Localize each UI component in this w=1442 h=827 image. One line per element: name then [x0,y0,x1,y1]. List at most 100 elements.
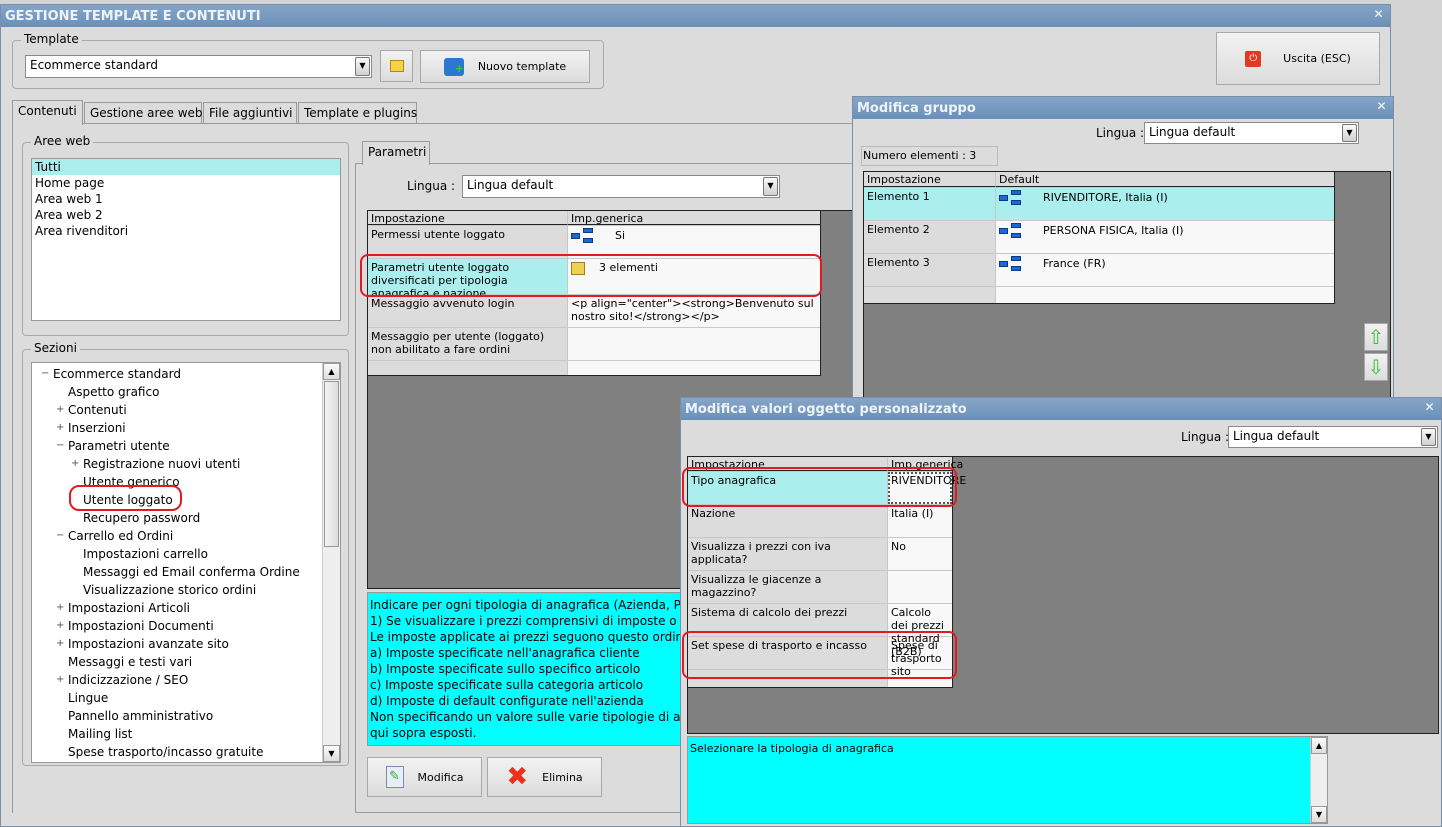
tree-item[interactable]: Registrazione nuovi utenti [80,455,240,473]
expand-icon[interactable]: + [53,635,64,653]
grid-header: Impostazione Imp.generica [368,211,820,226]
tree-icon [571,228,595,244]
setting-name: Messaggio per utente (loggato) non abili… [368,328,568,360]
scroll-down-icon[interactable]: ▼ [1311,806,1327,823]
setting-value[interactable]: PERSONA FISICA, Italia (I) [996,221,1334,253]
empty-cell [864,287,996,303]
lingua-select[interactable]: Lingua default ▼ [1144,122,1359,144]
move-up-button[interactable]: ⇧ [1364,323,1388,351]
setting-value[interactable]: No [888,538,952,570]
tree-item[interactable]: Messaggi e testi vari [65,653,192,671]
highlight-utente-loggato [69,485,182,511]
tree-item[interactable]: Contenuti [65,401,127,419]
tree-item[interactable]: Visualizzazione storico ordini [80,581,256,599]
tree-item[interactable]: Recupero password [80,509,200,527]
close-icon[interactable]: ✕ [1372,8,1385,21]
table-row[interactable]: Elemento 2 PERSONA FISICA, Italia (I) [864,221,1334,254]
setting-value[interactable] [888,571,952,603]
table-row[interactable]: Elemento 1 RIVENDITORE, Italia (I) [864,188,1334,221]
expand-icon[interactable]: + [53,599,64,617]
help-scrollbar[interactable]: ▲ ▼ [1310,737,1327,823]
table-row[interactable]: Messaggio per utente (loggato) non abili… [368,328,820,361]
setting-value[interactable]: France (FR) [996,254,1334,286]
tree-item[interactable]: Indicizzazione / SEO [65,671,188,689]
scroll-thumb[interactable] [324,381,339,547]
expand-icon[interactable]: + [53,419,64,437]
tab-template-plugins[interactable]: Template e plugins [298,102,417,124]
table-row[interactable]: Nazione Italia (I) [688,505,952,538]
template-select[interactable]: Ecommerce standard ▼ [25,55,372,78]
tree-icon [999,256,1023,272]
setting-value[interactable] [568,328,820,360]
scroll-up-icon[interactable]: ▲ [323,363,340,380]
collapse-icon[interactable]: − [38,365,49,383]
aree-web-list[interactable]: Tutti Home page Area web 1 Area web 2 Area r… [31,158,341,321]
list-item[interactable]: Tutti [32,159,340,175]
tree-item[interactable]: Impostazioni avanzate sito [65,635,229,653]
lingua-value: Lingua default [1233,429,1320,443]
scroll-up-icon[interactable]: ▲ [1311,737,1327,754]
tree-item[interactable]: Impostazioni carrello [80,545,208,563]
tree-item[interactable]: Lingue [65,689,108,707]
move-down-button[interactable]: ⇩ [1364,353,1388,381]
tree-item[interactable]: Spese trasporto/incasso gratuite [65,743,263,761]
tab-contenuti[interactable]: Contenuti [12,100,83,125]
table-row[interactable]: Visualizza i prezzi con iva applicata? No [688,538,952,571]
table-row[interactable]: Visualizza le giacenze a magazzino? [688,571,952,604]
table-row[interactable]: Elemento 3 France (FR) [864,254,1334,287]
lingua-select[interactable]: Lingua default ▼ [462,175,780,198]
open-folder-button[interactable] [380,50,413,82]
close-icon[interactable]: ✕ [1375,100,1388,113]
setting-value[interactable]: RIVENDITORE, Italia (I) [996,188,1334,220]
column-header: Imp.generica [568,211,820,225]
tree-icon [999,190,1023,206]
value-text: RIVENDITORE, Italia (I) [1043,191,1168,204]
list-item[interactable]: Home page [32,175,340,191]
collapse-icon[interactable]: − [53,527,64,545]
tab-gestione-aree-web[interactable]: Gestione aree web [84,102,203,124]
tree-item[interactable]: Ecommerce standard [50,365,181,383]
tree-item[interactable]: Aspetto grafico [65,383,159,401]
tree-item[interactable]: Impostazioni Articoli [65,599,190,617]
lingua-select[interactable]: Lingua default ▼ [1228,426,1438,448]
expand-icon[interactable]: + [68,455,79,473]
setting-value[interactable]: Italia (I) [888,505,952,537]
tab-file-aggiuntivi[interactable]: File aggiuntivi [203,102,297,124]
tree-item[interactable]: Parametri utente [65,437,170,455]
list-item[interactable]: Area web 2 [32,207,340,223]
tab-parametri[interactable]: Parametri [362,141,430,165]
expand-icon[interactable]: + [53,617,64,635]
new-template-button[interactable]: + Nuovo template [420,50,590,83]
setting-value[interactable]: <p align="center"><strong>Benvenuto sul … [568,295,820,327]
empty-row [368,361,820,375]
table-row[interactable]: Messaggio avvenuto login <p align="center… [368,295,820,328]
expand-icon[interactable]: + [53,671,64,689]
template-group-label: Template [21,32,82,46]
collapse-icon[interactable]: − [53,437,64,455]
scroll-down-icon[interactable]: ▼ [323,745,340,762]
setting-name: Elemento 2 [864,221,996,253]
tree-scrollbar[interactable]: ▲ ▼ [322,363,340,762]
expand-icon[interactable]: + [53,401,64,419]
lingua-value: Lingua default [467,178,554,192]
value-text: Italia (I) [891,507,934,520]
list-item[interactable]: Area web 1 [32,191,340,207]
tree-item[interactable]: Impostazioni Documenti [65,617,214,635]
lingua-label: Lingua : [1096,126,1145,140]
setting-name: Visualizza i prezzi con iva applicata? [688,538,888,570]
modifica-button[interactable]: ✎ Modifica [367,757,482,797]
tree-item[interactable]: Inserzioni [65,419,126,437]
gruppo-grid[interactable]: Impostazione Default Elemento 1 RIVENDITORE… [863,171,1335,304]
tree-item[interactable]: Pannello amministrativo [65,707,213,725]
sezioni-tree[interactable]: − Ecommerce standard Aspetto grafico + Conte… [31,362,341,763]
tree-item[interactable]: Carrello ed Ordini [65,527,173,545]
close-icon[interactable]: ✕ [1423,401,1436,414]
list-item[interactable]: Area rivenditori [32,223,340,239]
modifica-gruppo-dialog: Modifica gruppo ✕ Lingua : Lingua defaul… [852,96,1394,401]
tree-item[interactable]: Messaggi ed Email conferma Ordine [80,563,300,581]
tree-item[interactable]: Mailing list [65,725,132,743]
elimina-button[interactable]: ✖ Elimina [487,757,602,797]
help-line: Le imposte applicate ai prezzi seguono q… [370,630,687,644]
exit-button[interactable]: ⏻ Uscita (ESC) [1216,32,1380,85]
setting-name: Visualizza le giacenze a magazzino? [688,571,888,603]
